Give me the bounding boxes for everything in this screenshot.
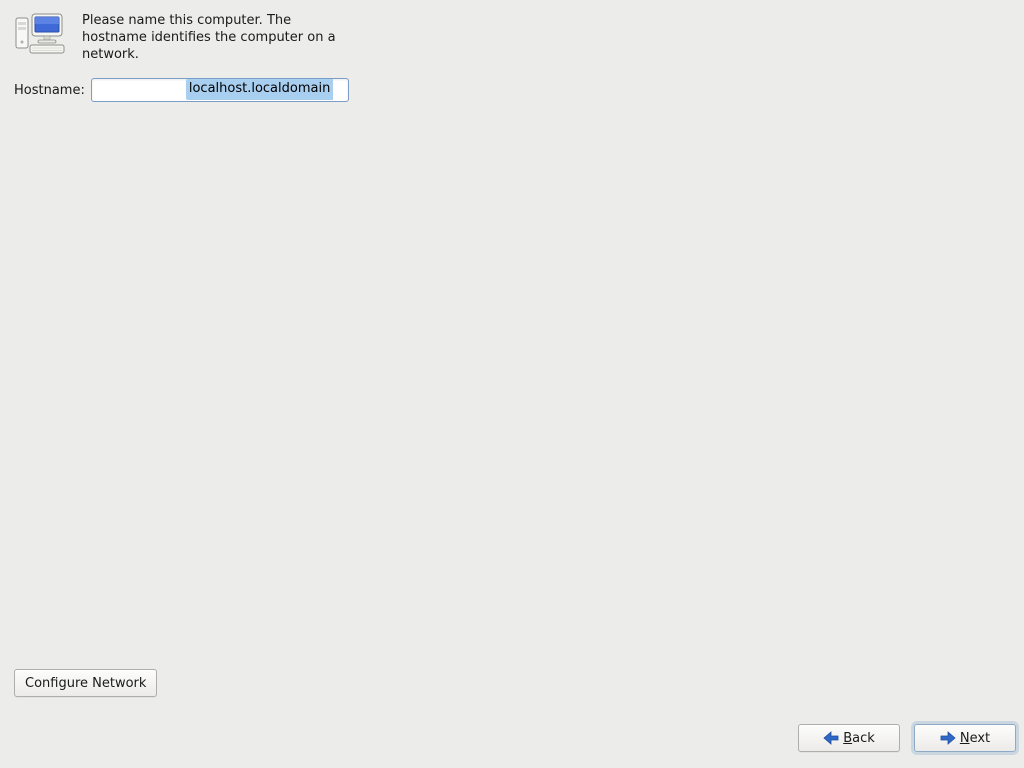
- configure-network-label: Configure Network: [25, 676, 146, 691]
- configure-network-button[interactable]: Configure Network: [14, 669, 157, 697]
- next-button[interactable]: Next: [914, 724, 1016, 752]
- watermark-line2: jiaocheng.chazidian.com: [882, 753, 1018, 766]
- back-button[interactable]: Back: [798, 724, 900, 752]
- next-button-label: Next: [960, 731, 990, 746]
- back-button-label: Back: [843, 731, 875, 746]
- arrow-right-icon: [940, 731, 956, 745]
- instruction-text: Please name this computer. The hostname …: [82, 12, 342, 63]
- network-computer-icon: [14, 12, 74, 60]
- arrow-left-icon: [823, 731, 839, 745]
- hostname-label: Hostname:: [14, 83, 85, 98]
- hostname-input[interactable]: [91, 78, 349, 102]
